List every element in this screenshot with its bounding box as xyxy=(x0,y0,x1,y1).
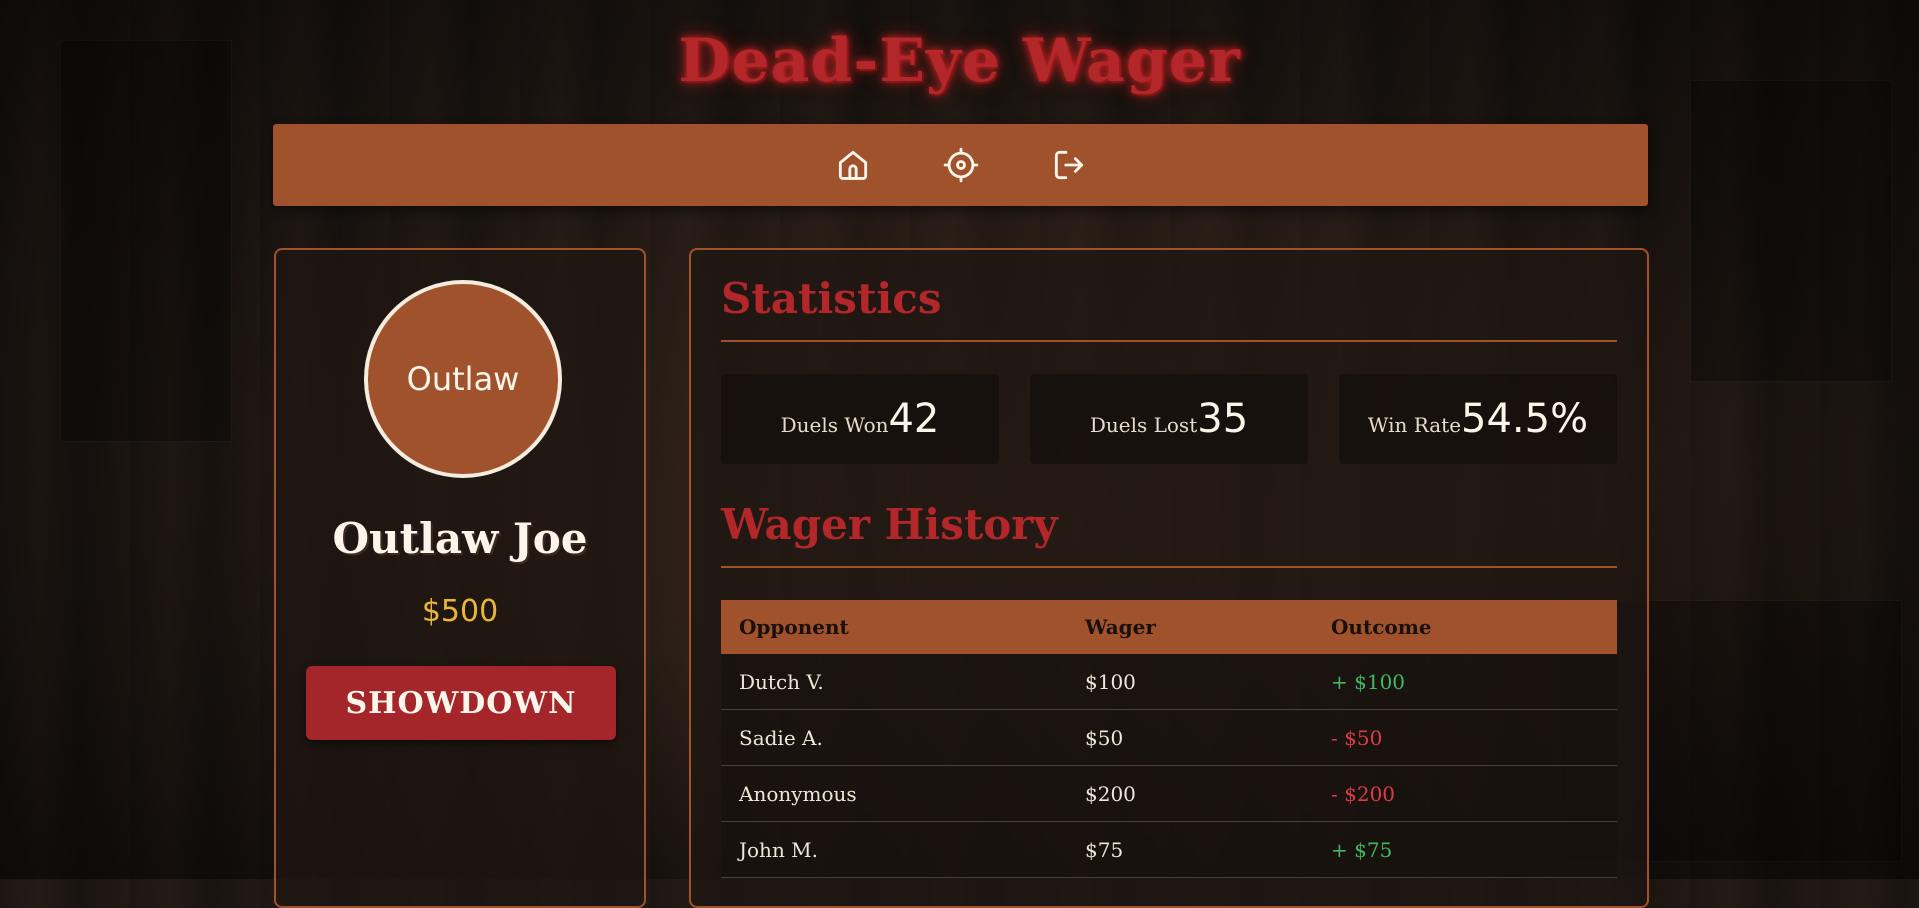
table-row: Sadie A. $50 - $50 xyxy=(721,709,1617,766)
column-header-outcome: Outcome xyxy=(1313,600,1617,654)
avatar: Outlaw xyxy=(364,280,562,478)
logout-icon xyxy=(1054,150,1083,180)
crosshair-icon xyxy=(943,147,978,183)
stat-duels-lost-label: Duels Lost xyxy=(1089,413,1198,437)
background-cabinet xyxy=(1690,80,1892,382)
row-outcome: + $75 xyxy=(1313,821,1617,878)
stat-duels-won-value: 42 xyxy=(888,396,940,442)
profile-balance: $500 xyxy=(421,594,499,629)
row-wager: $75 xyxy=(1067,821,1313,878)
row-opponent: Dutch V. xyxy=(721,654,1067,710)
row-outcome: + $100 xyxy=(1313,654,1617,710)
column-header-wager: Wager xyxy=(1067,600,1313,654)
top-navbar xyxy=(273,124,1648,206)
stat-duels-lost: Duels Lost 35 xyxy=(1030,374,1308,464)
wager-history-divider xyxy=(721,566,1617,568)
wager-history-title: Wager History xyxy=(721,500,1058,549)
table-row: John M. $75 + $75 xyxy=(721,821,1617,878)
profile-name: Outlaw Joe xyxy=(332,514,588,563)
statistics-title: Statistics xyxy=(721,274,942,323)
stat-win-rate-value: 54.5% xyxy=(1461,396,1589,442)
row-wager: $100 xyxy=(1067,654,1313,710)
row-outcome: - $50 xyxy=(1313,709,1617,766)
showdown-button[interactable]: SHOWDOWN xyxy=(306,666,616,740)
column-header-opponent: Opponent xyxy=(721,600,1067,654)
table-header-row: Opponent Wager Outcome xyxy=(721,600,1617,654)
table-row: Anonymous $200 - $200 xyxy=(721,765,1617,822)
nav-logout-button[interactable] xyxy=(1049,145,1089,185)
stat-win-rate: Win Rate 54.5% xyxy=(1339,374,1617,464)
row-opponent: Anonymous xyxy=(721,765,1067,822)
row-opponent: Sadie A. xyxy=(721,709,1067,766)
row-wager: $50 xyxy=(1067,709,1313,766)
stat-win-rate-label: Win Rate xyxy=(1367,413,1462,437)
nav-duel-button[interactable] xyxy=(941,145,981,185)
row-opponent: John M. xyxy=(721,821,1067,878)
wager-history-table: Opponent Wager Outcome Dutch V. $100 + $… xyxy=(721,600,1617,878)
table-row: Dutch V. $100 + $100 xyxy=(721,654,1617,710)
statistics-divider xyxy=(721,340,1617,342)
nav-home-button[interactable] xyxy=(833,145,873,185)
home-icon xyxy=(838,150,867,180)
site-title: Dead-Eye Wager xyxy=(678,26,1241,96)
row-outcome: - $200 xyxy=(1313,765,1617,822)
stat-duels-won-label: Duels Won xyxy=(780,413,889,437)
background-bookshelf xyxy=(60,40,232,442)
profile-card: Outlaw Outlaw Joe $500 SHOWDOWN xyxy=(274,248,646,908)
stat-duels-won: Duels Won 42 xyxy=(721,374,999,464)
main-panel: Statistics Duels Won 42 Duels Lost 35 Wi… xyxy=(689,248,1649,908)
stat-duels-lost-value: 35 xyxy=(1197,396,1249,442)
row-wager: $200 xyxy=(1067,765,1313,822)
